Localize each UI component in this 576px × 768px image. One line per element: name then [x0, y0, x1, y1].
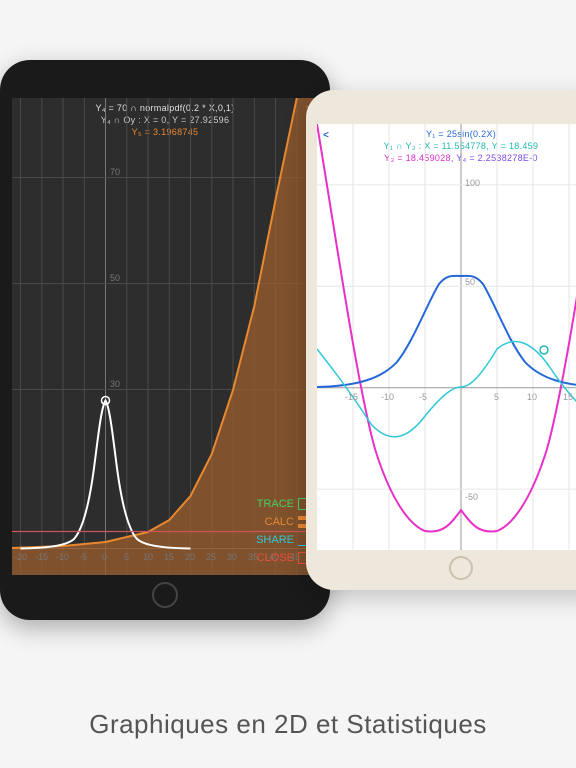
- svg-text:-10: -10: [56, 552, 69, 562]
- calc-label: CALC: [265, 513, 294, 531]
- right-y-ticks: 100 50 -50: [465, 178, 480, 502]
- svg-text:0: 0: [102, 552, 107, 562]
- svg-text:5: 5: [124, 552, 129, 562]
- svg-text:15: 15: [164, 552, 174, 562]
- right-screen: < Y₁ = 25sin(0.2X) Y₁ ∩ Y₃ : X = 11.5547…: [317, 124, 576, 550]
- right-chart[interactable]: 100 50 -50 -15 -10 -5 5 10 15: [317, 124, 576, 550]
- svg-text:30: 30: [110, 379, 120, 389]
- svg-text:100: 100: [465, 178, 480, 188]
- svg-text:-5: -5: [419, 392, 427, 402]
- svg-text:15: 15: [563, 392, 573, 402]
- home-button-left[interactable]: [152, 582, 178, 608]
- trace-label: TRACE: [257, 495, 294, 513]
- blue-curve: [317, 276, 576, 387]
- close-button[interactable]: CLOSE: [256, 549, 310, 567]
- svg-text:70: 70: [110, 167, 120, 177]
- left-screen: > Y₄ = 70 ∩ normalpdf(0.2 * X,0,1) Y₄ ∩ …: [12, 98, 318, 575]
- svg-text:-15: -15: [35, 552, 48, 562]
- svg-text:25: 25: [206, 552, 216, 562]
- svg-text:-20: -20: [14, 552, 27, 562]
- share-label: SHARE: [256, 531, 294, 549]
- calc-button[interactable]: CALC: [256, 513, 310, 531]
- ipad-device-left: > Y₄ = 70 ∩ normalpdf(0.2 * X,0,1) Y₄ ∩ …: [0, 60, 330, 620]
- left-y-ticks: 30 50 70: [110, 167, 120, 389]
- close-label: CLOSE: [257, 549, 294, 567]
- left-menu: TRACE CALC SHARE CLOSE: [256, 495, 310, 567]
- svg-text:10: 10: [527, 392, 537, 402]
- svg-text:30: 30: [227, 552, 237, 562]
- page-caption: Graphiques en 2D et Statistiques: [0, 709, 576, 740]
- share-button[interactable]: SHARE: [256, 531, 310, 549]
- svg-text:20: 20: [185, 552, 195, 562]
- svg-text:50: 50: [110, 273, 120, 283]
- intersection-marker-right: [540, 346, 548, 354]
- home-button-right[interactable]: [449, 556, 473, 580]
- svg-text:-5: -5: [79, 552, 87, 562]
- ipad-device-right: < Y₁ = 25sin(0.2X) Y₁ ∩ Y₃ : X = 11.5547…: [306, 90, 576, 590]
- svg-text:-15: -15: [345, 392, 358, 402]
- svg-text:10: 10: [143, 552, 153, 562]
- svg-text:5: 5: [494, 392, 499, 402]
- svg-text:-10: -10: [381, 392, 394, 402]
- svg-text:-50: -50: [465, 492, 478, 502]
- svg-text:50: 50: [465, 277, 475, 287]
- trace-button[interactable]: TRACE: [256, 495, 310, 513]
- right-grid: [317, 124, 576, 550]
- right-x-ticks: -15 -10 -5 5 10 15: [345, 392, 573, 402]
